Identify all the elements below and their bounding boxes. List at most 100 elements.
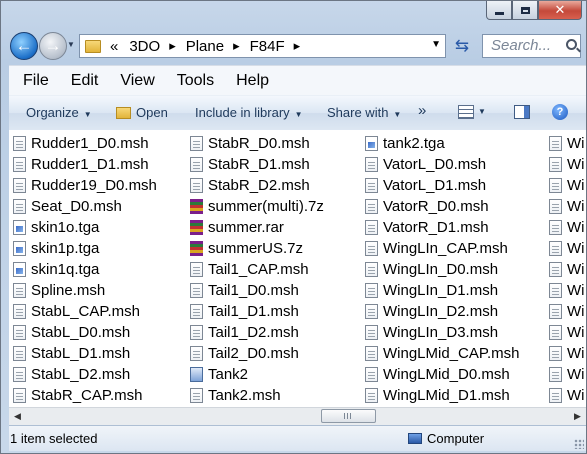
scroll-right-button[interactable]: ▶ [569,408,586,425]
more-commands-button[interactable]: » [418,102,426,119]
file-item[interactable]: skin1p.tga [13,238,99,259]
file-item[interactable]: Tank2.msh [190,385,281,406]
resize-grip[interactable] [574,439,584,449]
file-name: Wi [567,387,585,404]
file-item[interactable]: Rudder1_D1.msh [13,154,149,175]
file-item[interactable]: Tail1_D2.msh [190,322,299,343]
file-item[interactable]: Tail2_D0.msh [190,343,299,364]
file-item[interactable]: skin1q.tga [13,259,99,280]
address-history-dropdown[interactable]: ▼ [431,39,441,50]
file-item[interactable]: Wi [549,217,585,238]
open-button[interactable]: Open [116,105,168,120]
file-item[interactable]: StabL_D1.msh [13,343,130,364]
file-item[interactable]: WingLIn_D2.msh [365,301,498,322]
menu-tools[interactable]: Tools [169,72,222,90]
file-item[interactable]: summerUS.7z [190,238,303,259]
file-item[interactable]: Wi [549,196,585,217]
file-item[interactable]: WingLIn_D1.msh [365,280,498,301]
menu-help[interactable]: Help [228,72,277,90]
file-item[interactable]: Wi [549,238,585,259]
folder-icon [85,39,101,53]
file-item[interactable]: VatorL_D1.msh [365,175,486,196]
breadcrumb-plane[interactable]: Plane [185,38,225,55]
file-item[interactable]: VatorR_D1.msh [365,217,489,238]
document-icon [365,304,378,319]
file-item[interactable]: Wi [549,301,585,322]
organize-button[interactable]: Organize ▼ [26,105,92,120]
file-item[interactable]: Seat_D0.msh [13,196,122,217]
maximize-button[interactable] [512,1,538,20]
file-item[interactable]: Rudder19_D0.msh [13,175,157,196]
file-item[interactable]: Tail1_D1.msh [190,301,299,322]
address-bar[interactable]: « 3DO ▸ Plane ▸ F84F ▸ ▼ [79,34,446,58]
file-item[interactable]: VatorL_D0.msh [365,154,486,175]
share-with-button[interactable]: Share with ▼ [327,105,401,120]
breadcrumb-overflow[interactable]: « [109,38,119,55]
scroll-thumb[interactable] [321,409,376,423]
document-icon [365,367,378,382]
change-view-button[interactable] [458,105,474,119]
file-item[interactable]: Spline.msh [13,280,105,301]
document-icon [365,241,378,256]
file-item[interactable]: StabL_D0.msh [13,322,130,343]
file-item[interactable]: tank2.tga [365,133,445,154]
file-item[interactable]: WingLMid_D0.msh [365,364,510,385]
breadcrumb-separator-icon[interactable]: ▸ [169,38,176,54]
recent-pages-dropdown[interactable]: ▼ [67,40,75,49]
file-item[interactable]: summer.rar [190,217,284,238]
breadcrumb-f84f[interactable]: F84F [249,38,286,55]
menu-file[interactable]: File [15,72,57,90]
file-item[interactable]: Wi [549,280,585,301]
file-item[interactable]: summer(multi).7z [190,196,324,217]
file-item[interactable]: Tank2 [190,364,248,385]
file-item[interactable]: WingLIn_D3.msh [365,322,498,343]
file-item[interactable]: WingLIn_CAP.msh [365,238,508,259]
minimize-button[interactable] [486,1,512,20]
file-item[interactable]: Tail1_CAP.msh [190,259,309,280]
document-icon [549,136,562,151]
include-in-library-button[interactable]: Include in library ▼ [195,105,303,120]
file-item[interactable]: Rudder1_D0.msh [13,133,149,154]
refresh-button[interactable]: ⇆ [450,34,474,58]
file-item[interactable]: StabR_D0.msh [190,133,310,154]
file-item[interactable]: WingLMid_CAP.msh [365,343,519,364]
file-item[interactable]: Tail1_D0.msh [190,280,299,301]
horizontal-scrollbar[interactable]: ◀ ▶ [9,407,586,425]
file-item[interactable]: Wi [549,259,585,280]
menu-edit[interactable]: Edit [63,72,107,90]
search-icon[interactable] [566,39,577,50]
document-icon [365,220,378,235]
file-item[interactable]: StabR_D1.msh [190,154,310,175]
breadcrumb-separator-icon[interactable]: ▸ [233,38,240,54]
file-item[interactable]: skin1o.tga [13,217,99,238]
file-name: Wi [567,240,585,257]
file-item[interactable]: StabR_CAP.msh [13,385,142,406]
refresh-icon: ⇆ [454,36,470,55]
menu-view[interactable]: View [112,72,162,90]
file-item[interactable]: StabL_CAP.msh [13,301,140,322]
file-item[interactable]: StabL_D2.msh [13,364,130,385]
help-button[interactable]: ? [552,104,568,120]
close-button[interactable]: ✕ [538,1,582,20]
file-item[interactable]: Wi [549,385,585,406]
file-item[interactable]: VatorR_D0.msh [365,196,489,217]
file-item[interactable]: Wi [549,322,585,343]
file-item[interactable]: Wi [549,154,585,175]
view-options-dropdown[interactable]: ▼ [478,107,486,116]
archive-icon [190,199,203,214]
preview-pane-button[interactable] [514,105,530,119]
file-item[interactable]: Wi [549,343,585,364]
file-item[interactable]: WingLIn_D0.msh [365,259,498,280]
close-icon: ✕ [554,2,566,18]
search-input[interactable]: Search... [482,34,581,58]
scroll-left-button[interactable]: ◀ [9,408,26,425]
back-button[interactable]: ← [10,32,38,60]
file-item[interactable]: Wi [549,133,585,154]
breadcrumb-separator-icon[interactable]: ▸ [294,38,301,54]
breadcrumb-3do[interactable]: 3DO [128,38,161,55]
file-item[interactable]: StabR_D2.msh [190,175,310,196]
forward-button[interactable]: → [39,32,67,60]
file-item[interactable]: WingLMid_D1.msh [365,385,510,406]
file-item[interactable]: Wi [549,364,585,385]
file-item[interactable]: Wi [549,175,585,196]
